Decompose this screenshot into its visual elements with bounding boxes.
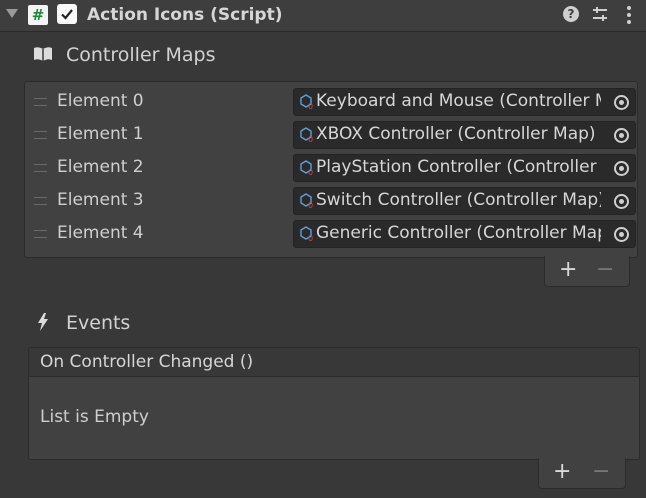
book-icon bbox=[34, 47, 52, 61]
help-icon[interactable]: ? bbox=[563, 6, 579, 22]
controller-map-asset-icon: 0 bbox=[300, 127, 313, 143]
checkmark-icon bbox=[61, 9, 73, 20]
object-picker-icon bbox=[614, 128, 629, 143]
events-label: Events bbox=[66, 312, 131, 334]
foldout-arrow-icon[interactable] bbox=[6, 9, 18, 18]
element-label: Element 4 bbox=[57, 223, 144, 243]
svg-text:0: 0 bbox=[308, 135, 313, 143]
add-listener-button[interactable]: + bbox=[553, 460, 571, 484]
event-name: On Controller Changed () bbox=[40, 352, 254, 372]
svg-text:0: 0 bbox=[308, 234, 313, 242]
controller-map-field[interactable]: 0 Keyboard and Mouse (Controller Map) bbox=[293, 88, 636, 116]
object-picker-button[interactable] bbox=[607, 155, 635, 181]
controller-map-asset-icon: 0 bbox=[300, 94, 313, 110]
lightning-icon bbox=[38, 313, 48, 331]
controller-map-field[interactable]: 0 XBOX Controller (Controller Map) bbox=[293, 121, 636, 149]
drag-handle-icon[interactable] bbox=[34, 131, 47, 139]
object-picker-icon bbox=[614, 227, 629, 242]
element-label: Element 1 bbox=[57, 124, 144, 144]
controller-map-asset-icon: 0 bbox=[300, 193, 313, 209]
object-picker-button[interactable] bbox=[607, 122, 635, 148]
script-icon: # bbox=[28, 5, 48, 25]
controller-map-value: PlayStation Controller (Controller Map) bbox=[316, 157, 601, 177]
object-picker-button[interactable] bbox=[607, 89, 635, 115]
object-picker-button[interactable] bbox=[607, 188, 635, 214]
controller-map-value: Keyboard and Mouse (Controller Map) bbox=[316, 91, 601, 111]
drag-handle-icon[interactable] bbox=[34, 230, 47, 238]
drag-handle-icon[interactable] bbox=[34, 164, 47, 172]
add-element-button[interactable]: + bbox=[559, 258, 577, 282]
empty-list-text: List is Empty bbox=[40, 407, 149, 427]
controller-map-field[interactable]: 0 Generic Controller (Controller Map) bbox=[293, 220, 636, 248]
controller-map-value: Generic Controller (Controller Map) bbox=[316, 223, 601, 243]
controller-map-asset-icon: 0 bbox=[300, 160, 313, 176]
drag-handle-icon[interactable] bbox=[34, 98, 47, 106]
object-picker-button[interactable] bbox=[607, 221, 635, 247]
event-footer: + − bbox=[538, 458, 626, 489]
object-picker-icon bbox=[614, 194, 629, 209]
remove-element-button[interactable]: − bbox=[596, 258, 614, 282]
controller-map-value: Switch Controller (Controller Map) bbox=[316, 190, 601, 210]
controller-map-field[interactable]: 0 PlayStation Controller (Controller Map… bbox=[293, 154, 636, 182]
remove-listener-button[interactable]: − bbox=[592, 460, 610, 484]
context-menu-icon[interactable] bbox=[626, 5, 632, 25]
controller-map-asset-icon: 0 bbox=[300, 226, 313, 242]
element-label: Element 0 bbox=[57, 91, 144, 111]
drag-handle-icon[interactable] bbox=[34, 197, 47, 205]
enabled-checkbox[interactable] bbox=[57, 4, 77, 24]
element-label: Element 2 bbox=[57, 157, 144, 177]
svg-text:0: 0 bbox=[308, 201, 313, 209]
component-title: Action Icons (Script) bbox=[87, 5, 283, 25]
controller-maps-label: Controller Maps bbox=[66, 44, 216, 66]
element-label: Element 3 bbox=[57, 190, 144, 210]
controller-map-value: XBOX Controller (Controller Map) bbox=[316, 124, 596, 144]
presets-icon[interactable] bbox=[592, 6, 608, 22]
list-footer: + − bbox=[544, 256, 630, 287]
object-picker-icon bbox=[614, 161, 629, 176]
event-header: On Controller Changed () bbox=[29, 348, 639, 377]
svg-text:0: 0 bbox=[308, 168, 313, 176]
controller-map-field[interactable]: 0 Switch Controller (Controller Map) bbox=[293, 187, 636, 215]
svg-text:0: 0 bbox=[308, 102, 313, 110]
object-picker-icon bbox=[614, 95, 629, 110]
unity-event-box: On Controller Changed () List is Empty bbox=[28, 347, 640, 460]
